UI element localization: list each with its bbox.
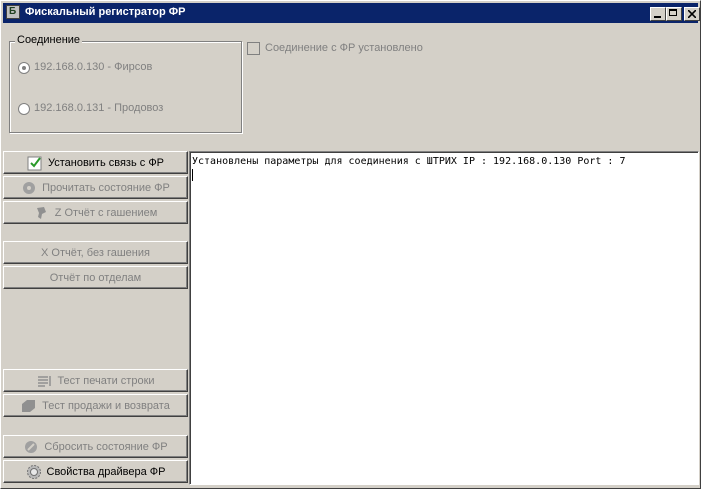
connect-button[interactable]: Установить связь с ФР bbox=[3, 151, 188, 174]
log-line: Установлены параметры для соединения с Ш… bbox=[192, 156, 626, 167]
driver-props-button[interactable]: Свойства драйвера ФР bbox=[3, 460, 188, 483]
read-state-label: Прочитать состояние ФР bbox=[42, 181, 170, 194]
read-state-button[interactable]: Прочитать состояние ФР bbox=[3, 176, 188, 199]
reset-state-label: Сбросить состояние ФР bbox=[44, 440, 168, 453]
print-test-label: Тест печати строки bbox=[57, 374, 155, 387]
z-report-label: Z Отчёт с гашением bbox=[54, 206, 158, 219]
connection-status-checkbox[interactable] bbox=[247, 42, 260, 55]
read-disk-icon bbox=[21, 180, 37, 196]
print-lines-icon bbox=[36, 373, 52, 389]
title-bar[interactable]: Б Фискальный регистратор ФР bbox=[3, 3, 700, 23]
print-test-button[interactable]: Тест печати строки bbox=[3, 369, 188, 392]
x-report-button[interactable]: X Отчёт, без гашения bbox=[3, 241, 188, 264]
x-report-label: X Отчёт, без гашения bbox=[41, 246, 150, 259]
reset-state-button[interactable]: Сбросить состояние ФР bbox=[3, 435, 188, 458]
z-report-icon bbox=[34, 205, 50, 221]
dept-report-button[interactable]: Отчёт по отделам bbox=[3, 266, 188, 289]
app-icon[interactable]: Б bbox=[6, 5, 20, 19]
text-caret bbox=[192, 169, 193, 181]
close-button[interactable] bbox=[684, 7, 700, 21]
radio-firsov[interactable] bbox=[18, 62, 30, 74]
z-report-button[interactable]: Z Отчёт с гашением bbox=[3, 201, 188, 224]
radio-firsov-label[interactable]: 192.168.0.130 - Фирсов bbox=[34, 61, 152, 73]
connect-button-label: Установить связь с ФР bbox=[47, 156, 165, 169]
maximize-button[interactable] bbox=[666, 7, 682, 21]
connect-check-icon bbox=[27, 155, 43, 171]
sale-test-button[interactable]: Тест продажи и возврата bbox=[3, 394, 188, 417]
log-output[interactable]: Установлены параметры для соединения с Ш… bbox=[189, 151, 699, 485]
close-icon bbox=[688, 10, 696, 18]
reset-icon bbox=[23, 439, 39, 455]
driver-props-label: Свойства драйвера ФР bbox=[46, 465, 166, 478]
minimize-button[interactable] bbox=[650, 7, 666, 21]
main-window: Б Фискальный регистратор ФР Соединение 1… bbox=[0, 0, 701, 489]
radio-prodovoz[interactable] bbox=[18, 103, 30, 115]
gear-icon bbox=[26, 464, 42, 480]
connection-group-title: Соединение bbox=[15, 34, 83, 46]
dept-report-label: Отчёт по отделам bbox=[49, 271, 142, 284]
radio-prodovoz-label[interactable]: 192.168.0.131 - Продовоз bbox=[34, 102, 163, 114]
sale-tag-icon bbox=[21, 398, 37, 414]
window-title: Фискальный регистратор ФР bbox=[25, 6, 186, 18]
connection-status-label: Соединение с ФР установлено bbox=[265, 42, 423, 54]
sale-test-label: Тест продажи и возврата bbox=[42, 399, 170, 412]
connection-groupbox bbox=[9, 41, 242, 133]
